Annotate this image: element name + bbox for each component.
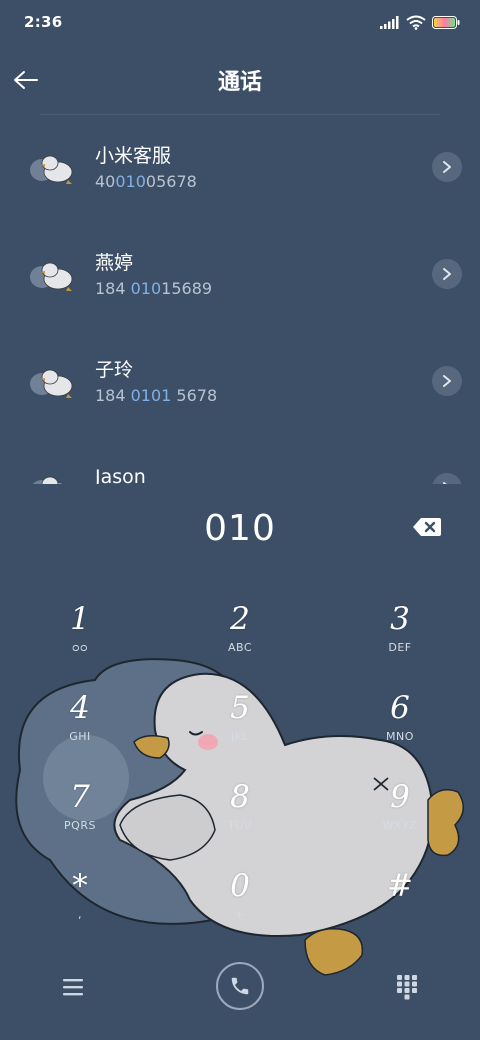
key-digit: 5	[230, 690, 250, 726]
contact-name: Jason	[95, 466, 146, 484]
backspace-button[interactable]	[412, 516, 442, 538]
chevron-right-icon	[443, 375, 451, 387]
backspace-icon	[413, 518, 441, 536]
key-9[interactable]: 9 WXYZ	[340, 777, 460, 857]
number-part: 40	[95, 172, 116, 191]
number-part: 184	[95, 386, 131, 405]
battery-icon	[432, 15, 460, 29]
signal-icon	[380, 16, 399, 29]
key-0[interactable]: 0 +	[180, 866, 300, 946]
status-icons	[380, 15, 460, 30]
key-6[interactable]: 6 MNO	[340, 688, 460, 768]
contact-text: 子玲 184 0101 5678	[95, 358, 217, 408]
number-part: 15689	[161, 279, 213, 298]
key-letters: MNO	[386, 730, 414, 743]
back-button[interactable]	[8, 62, 44, 98]
duck-avatar-icon	[30, 262, 73, 291]
contact-text: 燕婷 184 01015689	[95, 251, 212, 301]
key-5[interactable]: 5 JKL	[180, 688, 300, 768]
key-3[interactable]: 3 DEF	[340, 599, 460, 679]
contact-row[interactable]: 子玲 184 0101 5678	[0, 328, 480, 435]
dialpad-icon	[397, 975, 417, 1000]
number-part: 05678	[145, 172, 197, 191]
chevron-right-icon	[443, 268, 451, 280]
key-digit: *	[72, 868, 88, 904]
key-1[interactable]: 1 ᴑᴑ	[20, 599, 140, 679]
contact-detail-button[interactable]	[432, 473, 462, 484]
status-bar: 2:36	[0, 0, 480, 44]
key-digit: 9	[390, 779, 410, 815]
arrow-left-icon	[14, 71, 38, 89]
key-digit: 2	[230, 601, 250, 637]
chevron-right-icon	[443, 482, 447, 484]
contact-text: 小米客服 4001005678	[95, 144, 197, 194]
number-match: 010	[115, 172, 146, 191]
call-button[interactable]	[216, 962, 264, 1010]
key-star[interactable]: * ,	[20, 866, 140, 946]
contact-text: Jason	[95, 465, 146, 484]
duck-avatar-icon	[30, 155, 73, 184]
status-time: 2:36	[24, 13, 63, 31]
number-part: 5678	[171, 386, 218, 405]
contact-row[interactable]: 小米客服 4001005678	[0, 114, 480, 221]
dial-display: 010	[0, 500, 480, 556]
duck-avatar-icon	[32, 476, 66, 484]
contact-number: 184 01015689	[95, 277, 212, 301]
dialed-number: 010	[204, 507, 276, 549]
key-letters: WXYZ	[382, 819, 418, 832]
dialpad-button[interactable]	[396, 974, 418, 1000]
key-letters: DEF	[388, 641, 412, 654]
menu-button[interactable]	[60, 974, 86, 1000]
key-digit: 8	[230, 779, 250, 815]
key-letters: +	[235, 908, 245, 921]
contact-list: 小米客服 4001005678 燕婷 184 01015689 子玲 184 0…	[0, 114, 480, 484]
key-letters: ABC	[227, 641, 253, 654]
contact-detail-button[interactable]	[432, 259, 462, 289]
key-2[interactable]: 2 ABC	[180, 599, 300, 679]
contact-row[interactable]: Jason	[0, 435, 480, 484]
header: 通话	[0, 50, 480, 110]
contact-name: 燕婷	[95, 252, 134, 274]
duck-avatar-icon	[30, 369, 73, 398]
contact-name: 小米客服	[95, 145, 172, 167]
wifi-icon	[406, 15, 426, 30]
key-digit: 7	[70, 779, 90, 815]
number-match: 010	[130, 279, 162, 298]
bottom-bar	[0, 958, 480, 1018]
key-letters: ,	[78, 908, 82, 921]
keypad: 1 ᴑᴑ 2 ABC 3 DEF 4 GHI 5 JKL 6 MNO 7 PQR…	[0, 585, 480, 941]
key-letters: TUV	[228, 819, 252, 832]
contact-detail-button[interactable]	[432, 366, 462, 396]
voicemail-icon: ᴑᴑ	[71, 641, 89, 654]
contact-row[interactable]: 燕婷 184 01015689	[0, 221, 480, 328]
chevron-right-icon	[443, 161, 451, 173]
key-letters: JKL	[230, 730, 250, 743]
key-4[interactable]: 4 GHI	[20, 688, 140, 768]
key-8[interactable]: 8 TUV	[180, 777, 300, 857]
key-digit: #	[387, 868, 413, 904]
contact-detail-button[interactable]	[432, 152, 462, 182]
menu-icon	[63, 979, 83, 996]
contact-number: 4001005678	[95, 170, 197, 194]
key-digit: 4	[70, 690, 90, 726]
key-digit: 0	[230, 868, 250, 904]
contact-name: 子玲	[95, 359, 134, 381]
key-digit: 1	[70, 601, 90, 637]
key-hash[interactable]: #	[340, 866, 460, 946]
phone-icon	[231, 977, 249, 995]
page-title: 通话	[217, 70, 262, 95]
number-match: 0101	[130, 386, 172, 405]
number-part: 184	[95, 279, 131, 298]
key-7[interactable]: 7 PQRS	[20, 777, 140, 857]
key-digit: 3	[390, 601, 410, 637]
contact-number: 184 0101 5678	[95, 384, 217, 408]
key-letters: GHI	[69, 730, 91, 743]
key-digit: 6	[390, 690, 410, 726]
key-letters: PQRS	[64, 819, 96, 832]
